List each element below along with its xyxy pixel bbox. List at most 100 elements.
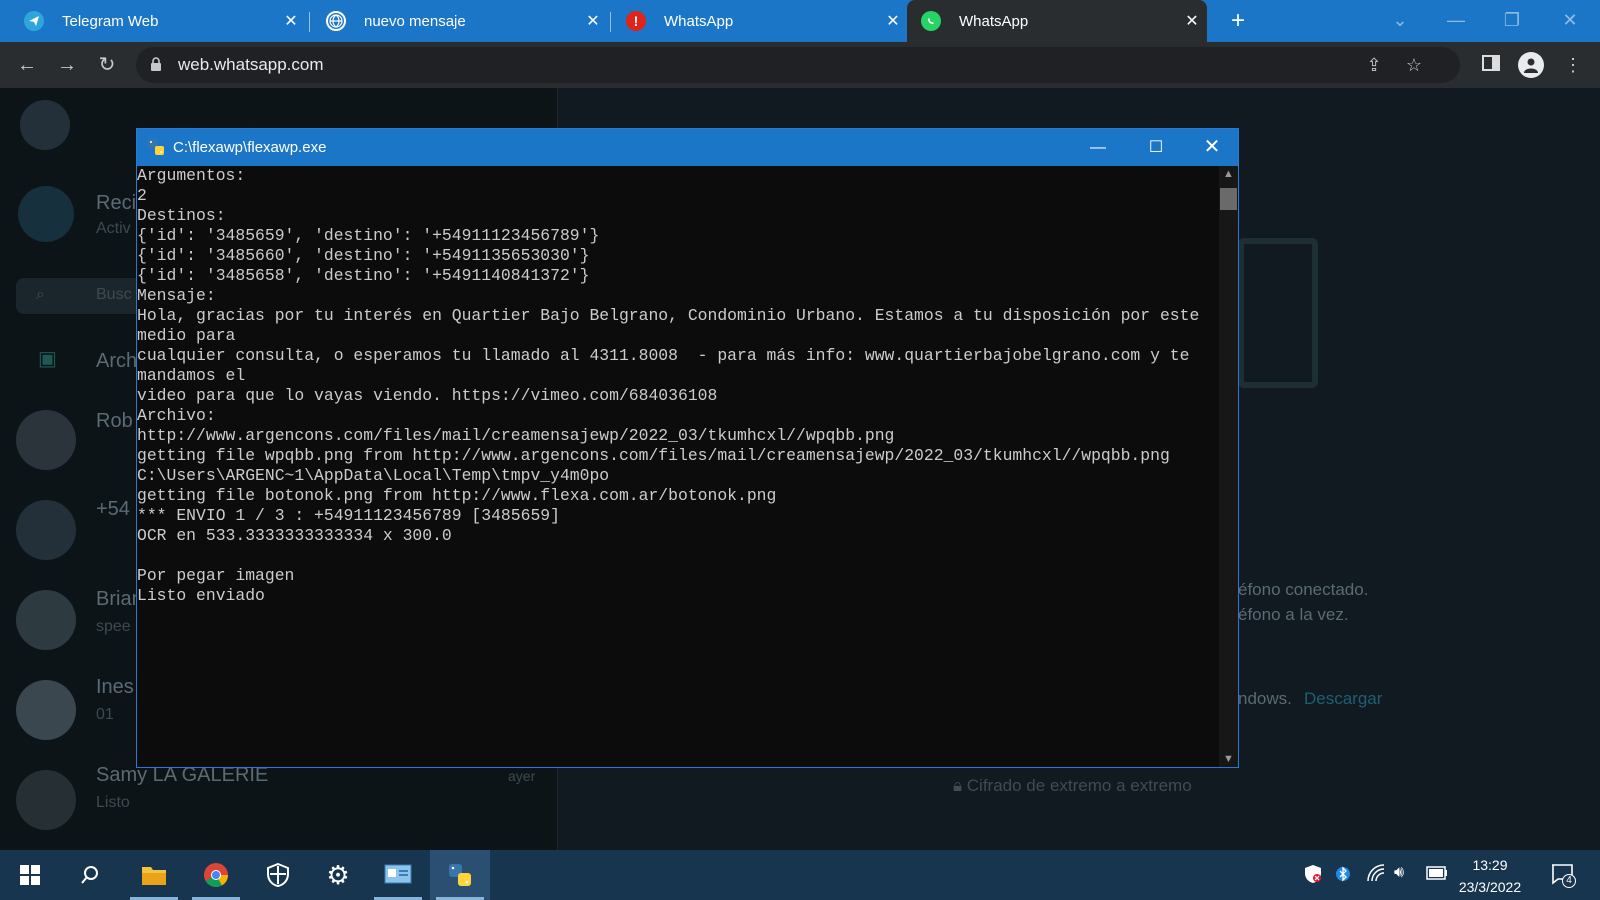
chat-subtitle: Listo (96, 794, 130, 811)
profile-icon[interactable] (1518, 52, 1544, 78)
tab-whatsapp-active[interactable]: WhatsApp ✕ (907, 0, 1207, 42)
console-line: getting file wpqbb.png from http://www.a… (137, 446, 1170, 465)
reload-icon[interactable]: ↻ (92, 50, 122, 80)
search-icon: ⌕ (36, 286, 45, 303)
telegram-icon (24, 11, 44, 31)
defender-warning-icon[interactable] (1304, 864, 1322, 889)
more-menu-icon[interactable]: ⋮ (1560, 52, 1586, 78)
chat-name: Reci (96, 192, 137, 214)
file-explorer-icon[interactable] (124, 850, 184, 900)
close-icon[interactable]: ✕ (578, 11, 608, 31)
alert-icon: ! (626, 11, 646, 31)
chat-subtitle: spee (96, 618, 131, 635)
chat-name[interactable]: Rob (96, 410, 133, 433)
search-placeholder: Busc (96, 286, 132, 303)
windows-taskbar: ⚙ 🔊︎ 13:29 23/3/2022 4 (0, 850, 1600, 900)
new-tab-button[interactable]: + (1224, 7, 1252, 35)
tab-title: WhatsApp (959, 12, 1029, 30)
notification-center-icon[interactable]: 4 (1550, 862, 1576, 891)
forward-icon[interactable]: → (52, 50, 82, 80)
search-icon[interactable] (60, 850, 120, 900)
whatsapp-icon (921, 11, 941, 31)
close-window-icon[interactable]: ✕ (1542, 0, 1598, 42)
console-title: C:\flexawp\flexawp.exe (173, 139, 327, 156)
console-line: Hola, gracias por tu interés en Quartier… (137, 306, 1210, 345)
tab-title: WhatsApp (664, 12, 734, 30)
close-icon[interactable]: ✕ (276, 11, 306, 31)
scrollbar[interactable]: ▲ ▼ (1219, 166, 1238, 767)
intro-text: éfono a la vez. (1238, 605, 1349, 624)
bluetooth-icon[interactable] (1336, 864, 1350, 889)
restore-icon[interactable]: ❐ (1484, 0, 1540, 42)
console-line: *** ENVIO 1 / 3 : +54911123456789 [34856… (137, 506, 560, 525)
console-title-bar[interactable]: C:\flexawp\flexawp.exe — ☐ ✕ (137, 129, 1238, 166)
console-line: {'id': '3485659', 'destino': '+549111234… (137, 226, 600, 245)
address-bar[interactable]: web.whatsapp.com ⇪ ☆ (136, 47, 1460, 83)
avatar[interactable] (20, 100, 70, 150)
scroll-up-icon[interactable]: ▲ (1219, 168, 1238, 180)
console-output[interactable]: Argumentos: 2 Destinos: {'id': '3485659', '… (137, 166, 1219, 767)
gear-icon[interactable]: ⚙ (308, 850, 368, 900)
close-icon[interactable]: ✕ (878, 11, 908, 31)
chrome-icon[interactable] (186, 850, 246, 900)
lock-icon (150, 57, 162, 77)
console-line: Destinos: (137, 206, 226, 225)
tab-divider (610, 12, 611, 32)
avatar (16, 410, 76, 470)
star-icon[interactable]: ☆ (1402, 53, 1426, 77)
tab-title: nuevo mensaje (364, 12, 466, 30)
chat-name[interactable]: Ines (96, 676, 134, 699)
encryption-text: Cifrado de extremo a extremo (966, 776, 1192, 795)
avatar (16, 680, 76, 740)
notification-off-icon (18, 186, 74, 242)
browser-tab-strip: Telegram Web ✕ nuevo mensaje ✕ ! WhatsAp… (0, 0, 1600, 42)
side-panel-icon[interactable] (1478, 52, 1504, 78)
maximize-button[interactable]: ☐ (1127, 129, 1185, 166)
tab-divider (309, 12, 310, 32)
globe-icon (326, 11, 346, 31)
download-link[interactable]: Descargar (1304, 689, 1382, 709)
avatar (16, 590, 76, 650)
minimize-icon[interactable]: — (1428, 0, 1484, 42)
console-line: video para que lo vayas viendo. https://… (137, 386, 718, 405)
search-input[interactable]: ⌕ Busc (16, 278, 146, 314)
back-icon[interactable]: ← (12, 50, 42, 80)
intro-text: éfono conectado. (1238, 580, 1369, 599)
scrollbar-thumb[interactable] (1220, 188, 1237, 210)
python-console-task[interactable] (430, 850, 490, 900)
console-line: Mensaje: (137, 286, 216, 305)
windows-start-icon[interactable] (0, 850, 60, 900)
console-line: getting file botonok.png from http://www… (137, 486, 777, 505)
close-icon[interactable]: ✕ (1177, 11, 1207, 31)
avatar (16, 500, 76, 560)
control-panel-icon[interactable] (368, 850, 428, 900)
chat-time: ayer (508, 768, 536, 784)
tab-nuevo-mensaje[interactable]: nuevo mensaje ✕ (312, 0, 608, 42)
chat-subtitle: Activ (96, 220, 131, 237)
encryption-note: 🔒︎ Cifrado de extremo a extremo (953, 776, 1192, 796)
close-button[interactable]: ✕ (1183, 129, 1241, 166)
console-line: cualquier consulta, o esperamos tu llama… (137, 346, 1200, 385)
clock-time: 13:29 (1472, 857, 1508, 873)
lock-icon: 🔒︎ (953, 776, 967, 795)
battery-icon[interactable] (1426, 864, 1448, 885)
chat-name[interactable]: +54 (96, 498, 130, 521)
minimize-button[interactable]: — (1069, 129, 1127, 166)
archived-label[interactable]: Arch (96, 350, 137, 373)
chevron-down-icon[interactable]: ⌄ (1372, 0, 1428, 42)
share-icon[interactable]: ⇪ (1362, 53, 1386, 77)
console-line: Por pegar imagen (137, 566, 295, 585)
volume-icon[interactable]: 🔊︎ (1394, 864, 1404, 882)
avatar (16, 770, 76, 830)
console-line: 2 (137, 186, 147, 205)
laptop-illustration (1238, 238, 1318, 388)
wifi-icon[interactable] (1366, 864, 1386, 887)
system-clock[interactable]: 13:29 23/3/2022 (1450, 856, 1530, 897)
tab-telegram-web[interactable]: Telegram Web ✕ (10, 0, 306, 42)
console-window[interactable]: C:\flexawp\flexawp.exe — ☐ ✕ Argumentos:… (136, 128, 1239, 768)
tab-whatsapp-alert[interactable]: ! WhatsApp ✕ (612, 0, 908, 42)
scroll-down-icon[interactable]: ▼ (1219, 753, 1238, 765)
tab-title: Telegram Web (62, 12, 159, 30)
security-shield-icon[interactable] (248, 850, 308, 900)
